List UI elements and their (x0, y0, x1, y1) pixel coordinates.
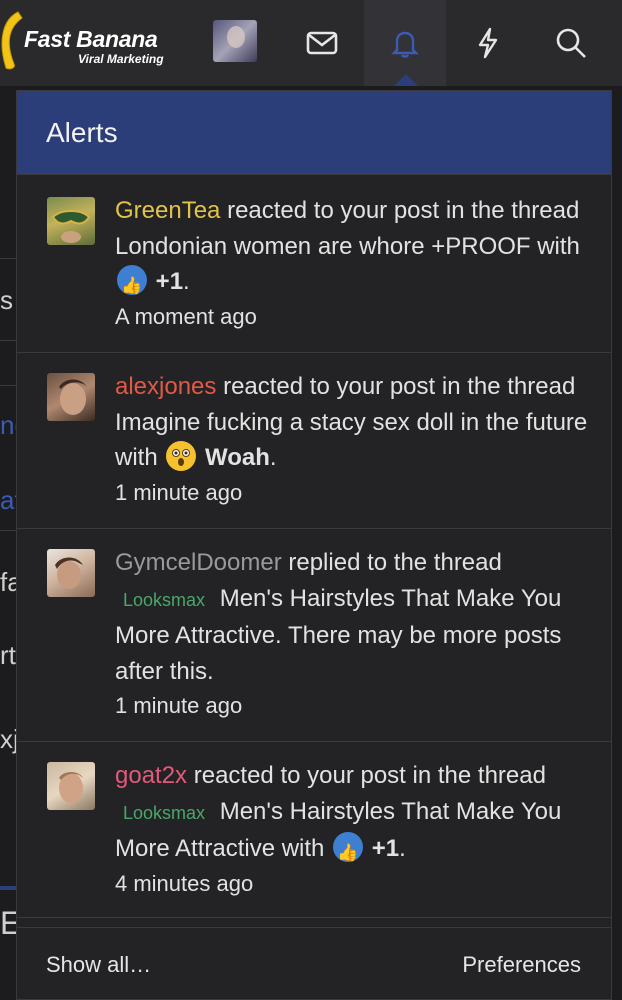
alert-time: A moment ago (115, 303, 257, 329)
background-text: rt (0, 640, 16, 670)
forum-tag[interactable]: Looksmax (123, 803, 205, 823)
panel-title: Alerts (46, 116, 118, 148)
thumbs-up-icon (117, 265, 147, 304)
reaction-label: +1 (155, 268, 184, 295)
reaction-label: Woah (205, 444, 270, 471)
account-avatar[interactable] (213, 20, 257, 62)
alert-username[interactable]: goat2x (115, 762, 187, 789)
whats-new-button[interactable] (447, 0, 529, 86)
alerts-panel: Alerts GreenTea reacted to your post in … (16, 90, 612, 1000)
user-avatar[interactable] (47, 549, 95, 597)
banana-icon (1, 11, 23, 70)
alerts-caret (394, 74, 418, 86)
logo-subtitle: Viral Marketing (78, 52, 164, 66)
alert-item[interactable]: alexjones reacted to your post in the th… (17, 353, 611, 529)
alert-content: GreenTea reacted to your post in the thr… (115, 193, 595, 333)
conversations-button[interactable] (281, 0, 363, 86)
alert-item[interactable]: goat2x reacted to your post in the threa… (17, 742, 611, 918)
alert-content: GymcelDoomer replied to the thread Looks… (115, 545, 595, 722)
alert-time: 1 minute ago (115, 693, 243, 718)
alert-content: alexjones reacted to your post in the th… (115, 369, 595, 509)
alert-item[interactable]: GreenTea reacted to your post in the thr… (17, 177, 611, 353)
alert-text[interactable]: reacted to your post in the thread (187, 762, 546, 789)
forum-tag[interactable]: Looksmax (123, 590, 205, 610)
alert-time: 1 minute ago (115, 479, 243, 505)
face-avatar-icon (59, 772, 83, 803)
alert-username[interactable]: alexjones (115, 373, 216, 400)
reaction-label: +1 (371, 835, 400, 862)
search-icon (556, 28, 586, 58)
wow-face-icon (166, 441, 197, 471)
envelope-icon (306, 31, 338, 55)
alert-content: goat2x reacted to your post in the threa… (115, 758, 595, 900)
alerts-panel-footer: Show all… Preferences (17, 927, 611, 999)
alert-time: 4 minutes ago (115, 870, 254, 896)
face-avatar-icon (59, 379, 87, 415)
bell-icon (391, 31, 419, 58)
bolt-icon (478, 27, 498, 59)
alert-text[interactable]: replied to the thread (282, 549, 502, 576)
alert-username[interactable]: GreenTea (115, 197, 220, 224)
user-avatar[interactable] (47, 762, 95, 810)
site-logo[interactable]: Fast Banana Viral Marketing (0, 6, 180, 76)
alerts-panel-header: Alerts (17, 91, 611, 175)
show-all-link[interactable]: Show all… (46, 952, 151, 978)
alert-username[interactable]: GymcelDoomer (115, 549, 282, 576)
preferences-link[interactable]: Preferences (462, 952, 581, 978)
logo-title: Fast Banana (24, 26, 158, 52)
mask-avatar-icon (51, 210, 91, 243)
user-avatar[interactable] (47, 197, 95, 245)
thumbs-up-icon (333, 832, 364, 871)
search-button[interactable] (530, 0, 612, 86)
top-bar: Fast Banana Viral Marketing (0, 0, 622, 86)
user-avatar[interactable] (47, 373, 95, 421)
face-avatar-icon (55, 557, 83, 589)
alert-item[interactable]: GymcelDoomer replied to the thread Looks… (17, 529, 611, 742)
